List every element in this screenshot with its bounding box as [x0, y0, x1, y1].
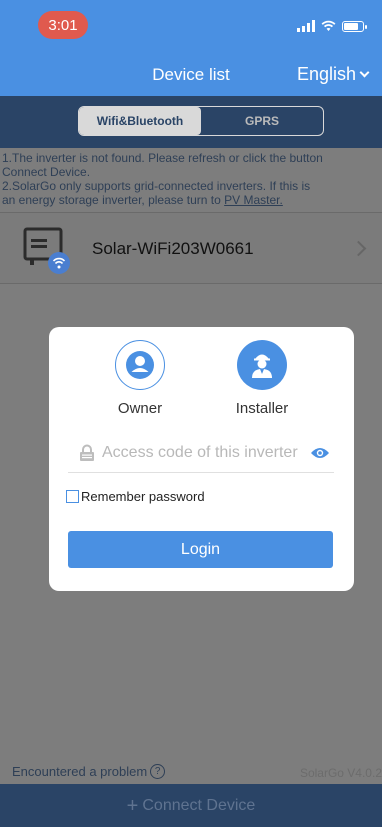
- problem-label: Encountered a problem: [12, 764, 148, 779]
- footer: Encountered a problem ? SolarGo V4.0.2: [0, 760, 382, 784]
- cellular-signal-icon: [297, 20, 315, 32]
- not-found-notice: 1.The inverter is not found. Please refr…: [0, 148, 382, 212]
- problem-help-link[interactable]: Encountered a problem ?: [12, 764, 166, 779]
- battery-icon: [342, 20, 367, 32]
- tab-gprs[interactable]: GPRS: [201, 107, 323, 135]
- connect-device-button[interactable]: + Connect Device: [0, 784, 382, 827]
- notice-line-4-text: an energy storage inverter, please turn …: [2, 193, 225, 207]
- connection-tabs: Wifi&Bluetooth GPRS: [78, 106, 324, 136]
- notice-line-2: Connect Device.: [2, 165, 91, 179]
- notice-line-4: an energy storage inverter, please turn …: [2, 193, 380, 207]
- chevron-right-icon: [350, 240, 367, 257]
- remember-password-label: Remember password: [81, 489, 205, 504]
- remember-password-checkbox[interactable]: [66, 490, 79, 503]
- notice-line-3: 2.SolarGo only supports grid-connected i…: [2, 179, 311, 193]
- device-name: Solar-WiFi203W0661: [92, 239, 254, 258]
- connection-tabs-area: Wifi&Bluetooth GPRS: [0, 96, 382, 148]
- inverter-wifi-icon: [23, 227, 70, 274]
- pv-master-link[interactable]: PV Master.: [224, 193, 283, 207]
- access-code-input[interactable]: [102, 443, 310, 462]
- eye-icon[interactable]: [310, 446, 330, 460]
- status-time: 3:01: [38, 11, 88, 39]
- owner-person-icon: [115, 340, 165, 390]
- connect-device-label: Connect Device: [142, 796, 256, 814]
- notice-line-1: 1.The inverter is not found. Please refr…: [2, 151, 323, 165]
- app-version: SolarGo V4.0.2: [299, 766, 382, 780]
- access-code-field: [68, 433, 334, 473]
- owner-label: Owner: [117, 400, 163, 417]
- battery-fill: [344, 22, 359, 30]
- plus-icon: +: [126, 794, 139, 817]
- lock-icon: [80, 444, 94, 461]
- role-installer[interactable]: Installer: [217, 340, 307, 417]
- status-icons: [297, 20, 367, 32]
- tab-wifi-bluetooth[interactable]: Wifi&Bluetooth: [79, 107, 201, 135]
- role-owner[interactable]: Owner: [95, 340, 185, 417]
- remember-password[interactable]: Remember password: [66, 489, 205, 504]
- device-list-item[interactable]: Solar-WiFi203W0661: [0, 212, 382, 284]
- login-dialog: Owner Installer Remember password Login: [49, 327, 354, 591]
- login-button[interactable]: Login: [68, 531, 333, 568]
- language-selector[interactable]: English: [296, 64, 370, 85]
- status-bar: 3:01: [0, 0, 382, 52]
- installer-person-icon: [237, 340, 287, 390]
- installer-label: Installer: [235, 400, 289, 417]
- language-label: English: [296, 64, 356, 84]
- help-icon: ?: [150, 764, 166, 779]
- chevron-down-icon: [359, 67, 370, 78]
- wifi-icon: [321, 20, 336, 31]
- nav-bar: Device list English: [0, 52, 382, 96]
